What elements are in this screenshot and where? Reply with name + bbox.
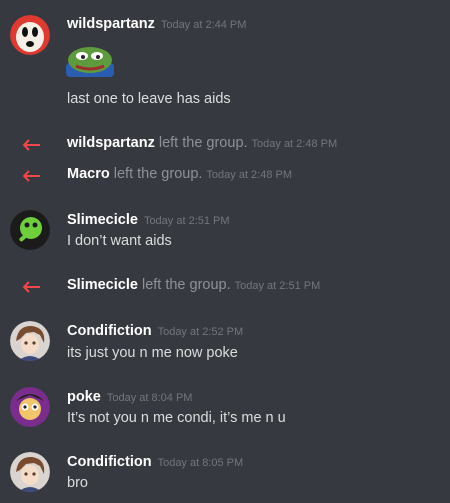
system-action: left the group. bbox=[141, 277, 231, 293]
pepe-frog-emoji-icon bbox=[66, 45, 114, 77]
timestamp: Today at 2:51 PM bbox=[234, 280, 321, 292]
poke-avatar-icon bbox=[10, 387, 50, 427]
timestamp: Today at 8:05 PM bbox=[157, 457, 244, 469]
message-text: I don’t want aids bbox=[67, 233, 172, 249]
leave-arrow-icon bbox=[22, 170, 40, 182]
username[interactable]: Condifiction bbox=[67, 454, 152, 470]
condifiction-avatar-icon bbox=[10, 452, 50, 492]
slime-avatar-icon bbox=[10, 210, 50, 250]
system-action: left the group. bbox=[158, 135, 248, 151]
timestamp: Today at 2:52 PM bbox=[157, 326, 244, 338]
avatar[interactable] bbox=[10, 452, 50, 492]
shy-guy-avatar-icon bbox=[10, 15, 50, 55]
message-text: bro bbox=[67, 475, 88, 491]
condifiction-avatar-icon bbox=[10, 321, 50, 361]
username[interactable]: poke bbox=[67, 389, 101, 405]
username[interactable]: Macro bbox=[67, 166, 110, 182]
timestamp: Today at 8:04 PM bbox=[106, 392, 193, 404]
leave-arrow-icon bbox=[22, 139, 40, 151]
username[interactable]: Condifiction bbox=[67, 323, 152, 339]
timestamp: Today at 2:48 PM bbox=[206, 169, 293, 181]
message-text: It’s not you n me condi, it’s me n u bbox=[67, 410, 286, 426]
avatar[interactable] bbox=[10, 210, 50, 250]
username[interactable]: wildspartanz bbox=[67, 16, 155, 32]
system-action: left the group. bbox=[113, 166, 203, 182]
username[interactable]: wildspartanz bbox=[67, 135, 155, 151]
username[interactable]: Slimecicle bbox=[67, 277, 138, 293]
timestamp: Today at 2:44 PM bbox=[160, 19, 247, 31]
avatar[interactable] bbox=[10, 321, 50, 361]
timestamp: Today at 2:51 PM bbox=[143, 215, 230, 227]
avatar[interactable] bbox=[10, 387, 50, 427]
timestamp: Today at 2:48 PM bbox=[251, 138, 338, 150]
message-text: its just you n me now poke bbox=[67, 345, 238, 361]
username[interactable]: Slimecicle bbox=[67, 212, 138, 228]
message-text: last one to leave has aids bbox=[67, 91, 231, 107]
avatar[interactable] bbox=[10, 15, 50, 55]
leave-arrow-icon bbox=[22, 281, 40, 293]
